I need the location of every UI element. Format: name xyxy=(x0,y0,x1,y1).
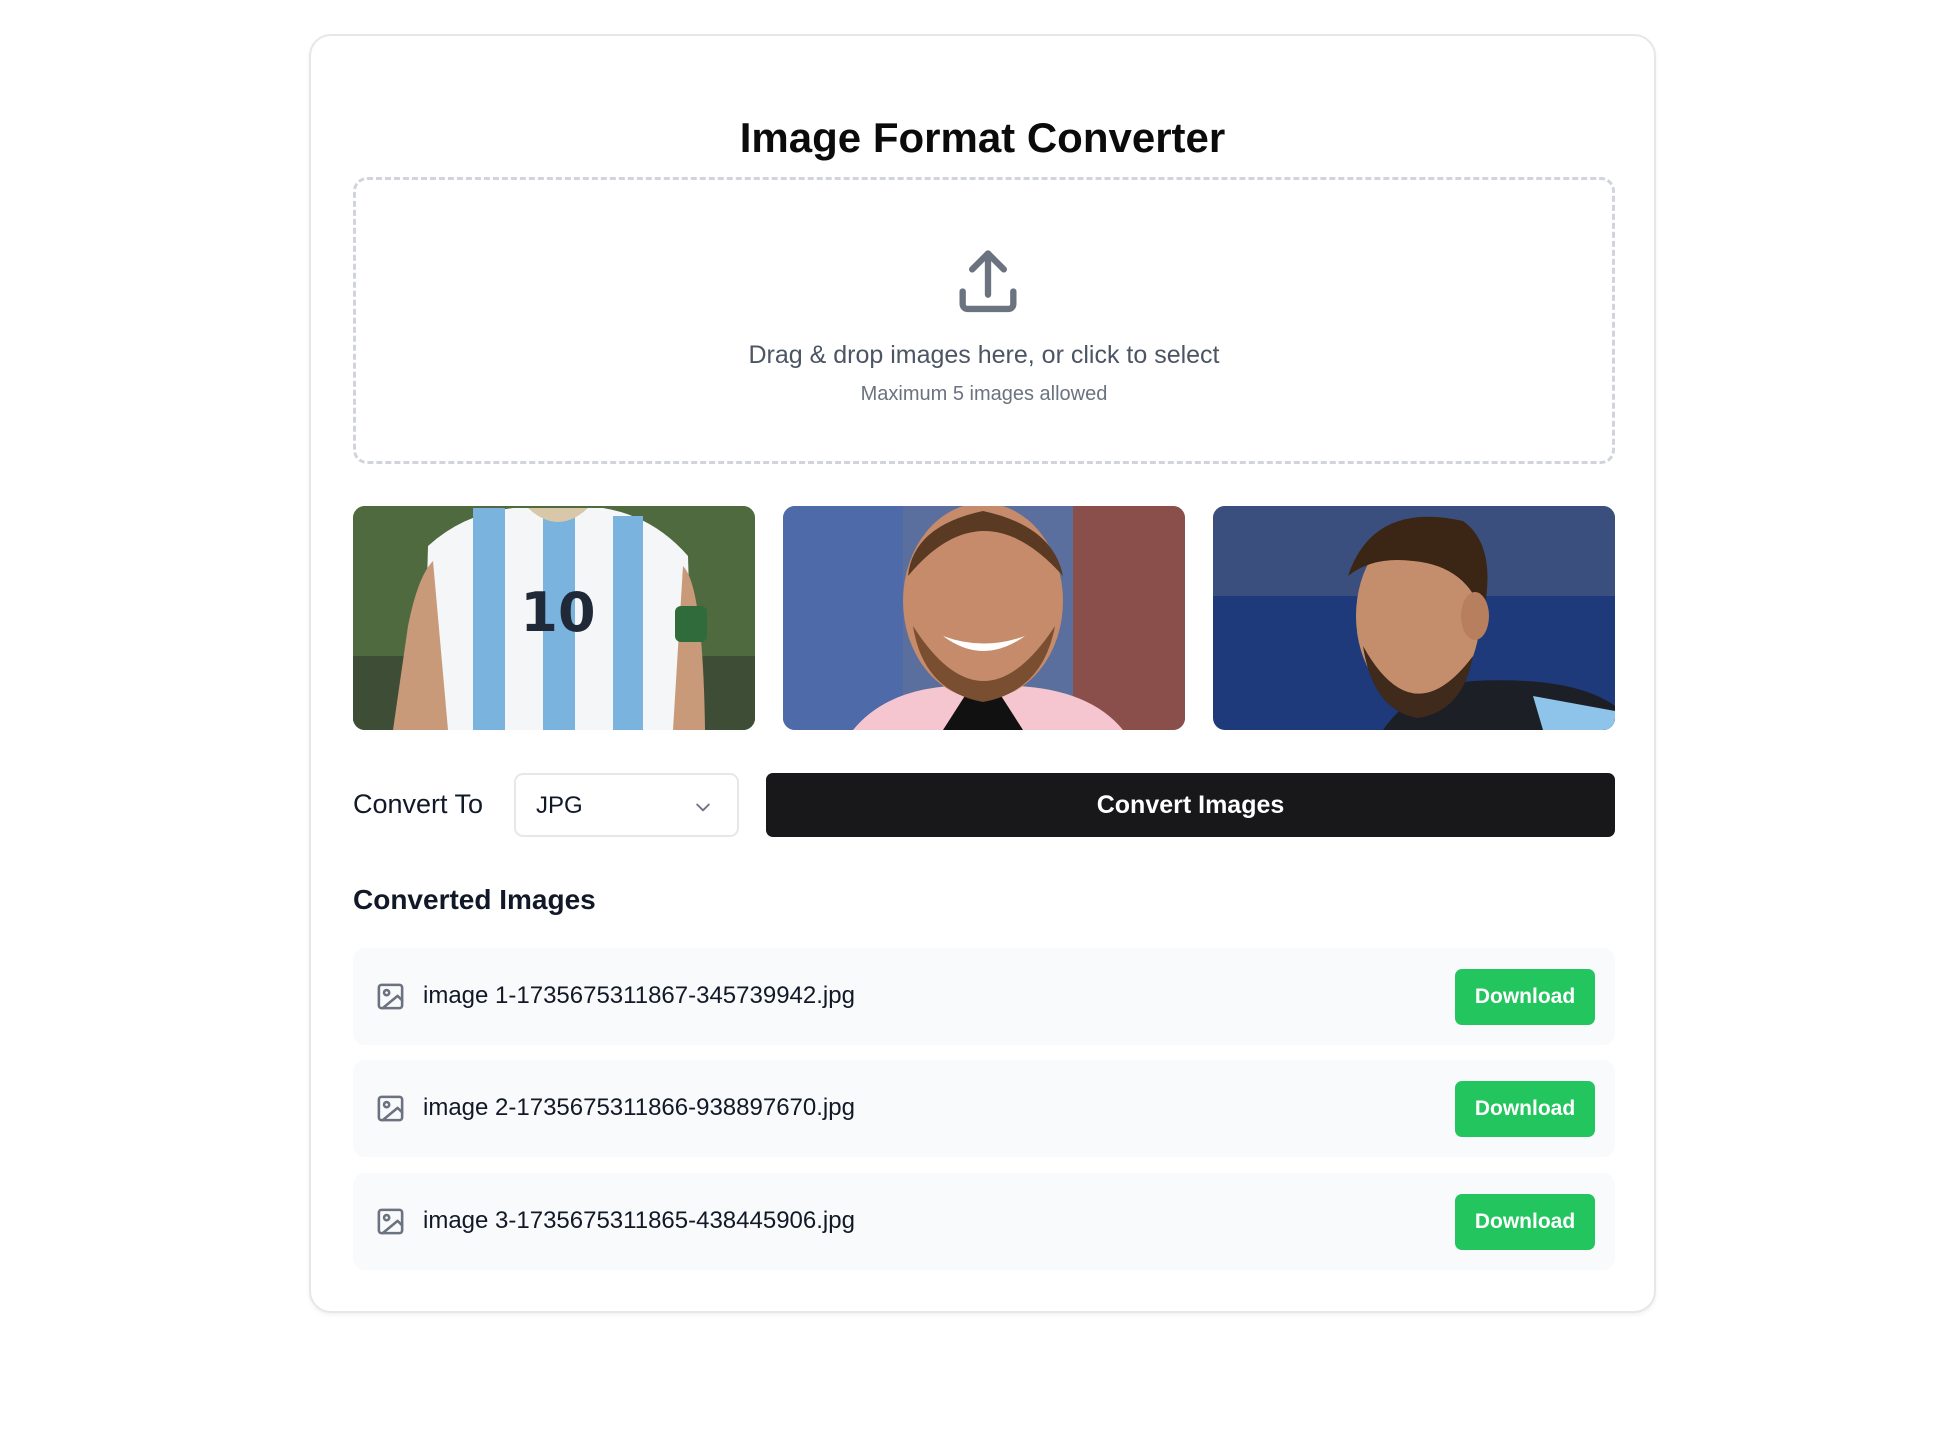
converted-file-row: image 1-1735675311867-345739942.jpg Down… xyxy=(353,948,1615,1045)
download-button[interactable]: Download xyxy=(1455,1081,1595,1137)
image-file-icon xyxy=(377,983,404,1010)
file-name: image 3-1735675311865-438445906.jpg xyxy=(423,1207,855,1234)
svg-text:10: 10 xyxy=(520,581,595,644)
converted-images-heading: Converted Images xyxy=(353,884,596,915)
image-file-icon xyxy=(377,1208,404,1235)
download-button[interactable]: Download xyxy=(1455,1194,1595,1250)
dropzone-text: Drag & drop images here, or click to sel… xyxy=(748,341,1220,369)
image-preview-1: 10 xyxy=(353,506,755,730)
image-thumbnail-jersey-10: 10 xyxy=(353,506,755,730)
image-preview-3 xyxy=(1213,506,1615,730)
convert-to-label: Convert To xyxy=(353,789,484,819)
converted-file-row: image 3-1735675311865-438445906.jpg Down… xyxy=(353,1173,1615,1270)
format-select[interactable]: JPG xyxy=(514,773,739,837)
chevron-down-icon xyxy=(696,803,710,812)
convert-images-button[interactable]: Convert Images xyxy=(766,773,1615,837)
file-name: image 1-1735675311867-345739942.jpg xyxy=(423,982,855,1009)
dropzone-subtext: Maximum 5 images allowed xyxy=(860,383,1108,405)
converted-file-row: image 2-1735675311866-938897670.jpg Down… xyxy=(353,1060,1615,1157)
page-title: Image Format Converter xyxy=(739,114,1226,161)
upload-icon xyxy=(959,250,1017,313)
file-name: image 2-1735675311866-938897670.jpg xyxy=(423,1094,855,1121)
image-preview-2 xyxy=(783,506,1185,730)
image-dropzone[interactable]: Drag & drop images here, or click to sel… xyxy=(353,177,1615,464)
selected-format: JPG xyxy=(536,792,583,819)
image-file-icon xyxy=(377,1095,404,1122)
image-thumbnail-player-profile xyxy=(1213,506,1615,730)
image-thumbnail-smiling-player xyxy=(783,506,1185,730)
download-button[interactable]: Download xyxy=(1455,969,1595,1025)
converter-card: Image Format Converter Drag & drop image… xyxy=(309,34,1656,1313)
